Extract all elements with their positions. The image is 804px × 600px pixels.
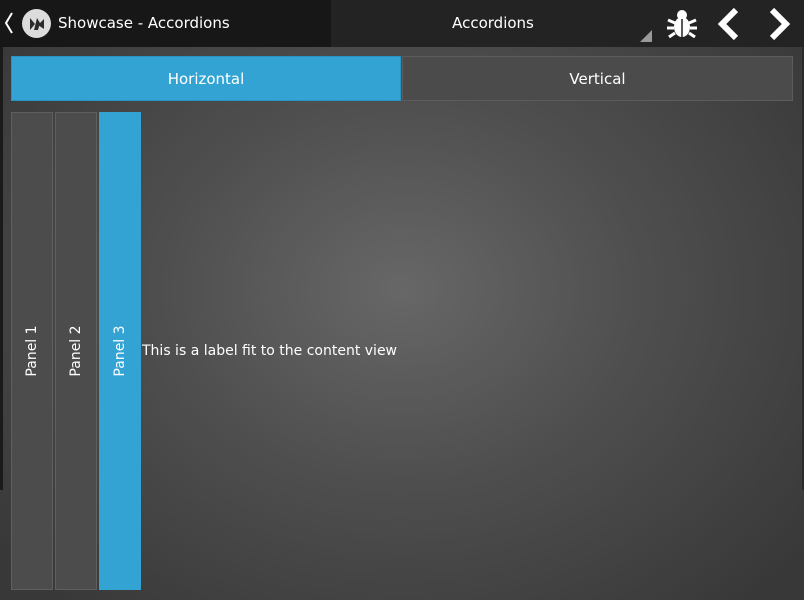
bug-icon[interactable]: [662, 4, 702, 44]
tab-vertical[interactable]: Vertical: [402, 56, 793, 101]
screen-content: Horizontal Vertical Panel 1 Panel 2 Pane…: [0, 47, 804, 600]
accordion-panel-3-header[interactable]: Panel 3: [99, 112, 141, 590]
panel-1-label: Panel 1: [24, 325, 40, 377]
chevron-left-icon[interactable]: [3, 10, 15, 36]
accordion-panel-2-header[interactable]: Panel 2: [55, 112, 97, 590]
spinner-dropdown-icon[interactable]: [639, 27, 652, 42]
left-edge-divider: [0, 47, 3, 490]
panel-3-label: Panel 3: [112, 325, 128, 377]
arrow-right-icon[interactable]: [758, 4, 798, 44]
arrow-left-icon[interactable]: [710, 4, 750, 44]
action-bar: Showcase - Accordions Accordions: [0, 0, 804, 47]
accordion-panel-1-header[interactable]: Panel 1: [11, 112, 53, 590]
app-logo-icon: [22, 9, 51, 38]
screen-spinner[interactable]: Accordions: [393, 14, 593, 33]
tab-horizontal[interactable]: Horizontal: [11, 56, 401, 101]
app-title: Showcase - Accordions: [58, 14, 230, 32]
app-title-zone[interactable]: Showcase - Accordions: [0, 0, 331, 47]
panel-2-label: Panel 2: [68, 325, 84, 377]
panel-content-label: This is a label fit to the content view: [142, 343, 398, 359]
